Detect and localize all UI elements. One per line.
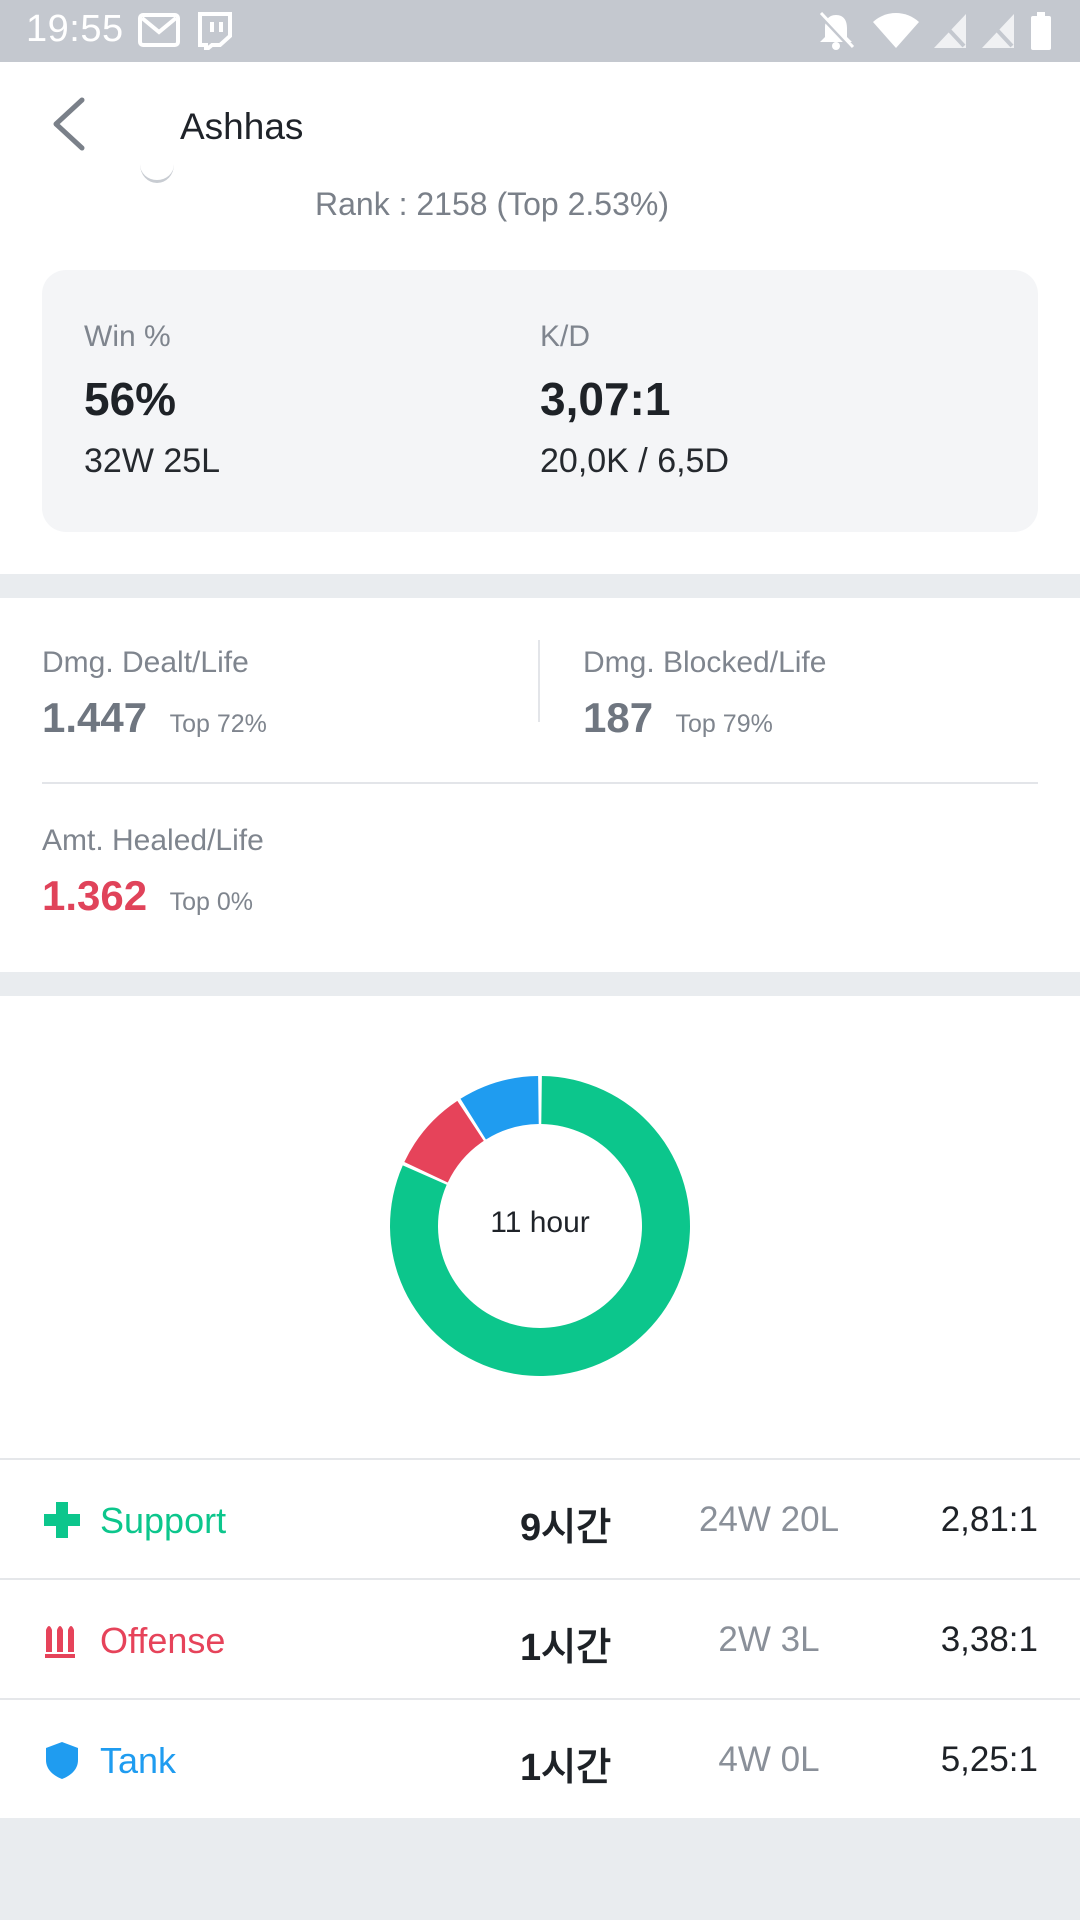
back-arrow-icon[interactable]: [44, 96, 94, 152]
win-record: 32W 25L: [84, 442, 221, 480]
notifications-off-icon: [818, 12, 855, 50]
healed-value: 1.362: [42, 872, 148, 919]
win-label: Win %: [84, 320, 171, 353]
no-signal-icon: [934, 14, 966, 48]
role-time: 1시간: [520, 1627, 612, 1669]
rank-bar: Rank : 2158 (Top 2.53%): [0, 180, 1080, 266]
healed-stat: Amt. Healed/Life 1.362 Top 0%: [42, 824, 264, 920]
win-value: 56%: [84, 373, 177, 425]
twitch-icon: [198, 12, 232, 50]
win-rate-block: Win % 56% 32W 25L: [84, 320, 220, 481]
no-signal-icon-2: [982, 14, 1014, 48]
role-row-tank[interactable]: Tank 1시간 4W 0L 5,25:1: [0, 1698, 1080, 1818]
summary-section: Win % 56% 32W 25L K/D 3,07:1 20,0K / 6,5…: [0, 266, 1080, 574]
kd-block: K/D 3,07:1 20,0K / 6,5D: [540, 320, 729, 481]
role-name: Offense: [100, 1620, 226, 1661]
role-kd: 2,81:1: [940, 1500, 1038, 1539]
dmg-dealt-top: Top 72%: [169, 710, 267, 738]
healed-label: Amt. Healed/Life: [42, 824, 264, 857]
role-name: Support: [100, 1500, 227, 1541]
role-name: Tank: [100, 1740, 177, 1781]
damage-stats-section: Dmg. Dealt/Life 1.447 Top 72% Dmg. Block…: [0, 598, 1080, 972]
role-record: 2W 3L: [718, 1620, 820, 1659]
role-kd: 3,38:1: [940, 1620, 1038, 1659]
dmg-blocked-value: 187: [583, 694, 654, 741]
role-time: 9시간: [520, 1507, 612, 1549]
dmg-dealt-value: 1.447: [42, 694, 148, 741]
chart-center-label: 11 hour: [490, 1206, 590, 1239]
dmg-blocked-label: Dmg. Blocked/Life: [583, 646, 827, 679]
divider: [42, 782, 1038, 784]
role-kd: 5,25:1: [940, 1740, 1038, 1779]
ammo-icon: [45, 1626, 75, 1658]
role-list: Support 9시간 24W 20L 2,81:1 Offense 1시간 2…: [0, 1458, 1080, 1818]
role-record: 4W 0L: [718, 1740, 820, 1779]
kd-record: 20,0K / 6,5D: [540, 442, 730, 480]
avatar: [140, 146, 174, 183]
kd-label: K/D: [540, 320, 591, 353]
divider: [538, 640, 540, 722]
dmg-dealt-stat: Dmg. Dealt/Life 1.447 Top 72%: [42, 646, 267, 742]
page-title: Ashhas: [180, 106, 304, 147]
healed-top: Top 0%: [169, 888, 253, 916]
rank-text: Rank : 2158 (Top 2.53%): [315, 186, 669, 222]
role-time: 1시간: [520, 1747, 612, 1789]
wifi-icon: [873, 13, 919, 48]
summary-card: Win % 56% 32W 25L K/D 3,07:1 20,0K / 6,5…: [42, 270, 1038, 532]
playtime-chart-section: 11 hour: [0, 996, 1080, 1458]
kd-value: 3,07:1: [540, 373, 671, 425]
shield-icon: [46, 1742, 78, 1779]
dmg-blocked-top: Top 79%: [675, 710, 773, 738]
status-time: 19:55: [26, 8, 124, 50]
role-record: 24W 20L: [698, 1500, 840, 1539]
role-row-offense[interactable]: Offense 1시간 2W 3L 3,38:1: [0, 1578, 1080, 1698]
battery-icon: [1031, 12, 1051, 50]
gmail-icon: [138, 13, 180, 47]
status-bar: 19:55: [0, 0, 1080, 62]
plus-icon: [44, 1502, 80, 1538]
role-row-support[interactable]: Support 9시간 24W 20L 2,81:1: [0, 1458, 1080, 1578]
dmg-blocked-stat: Dmg. Blocked/Life 187 Top 79%: [583, 646, 826, 742]
dmg-dealt-label: Dmg. Dealt/Life: [42, 646, 249, 679]
